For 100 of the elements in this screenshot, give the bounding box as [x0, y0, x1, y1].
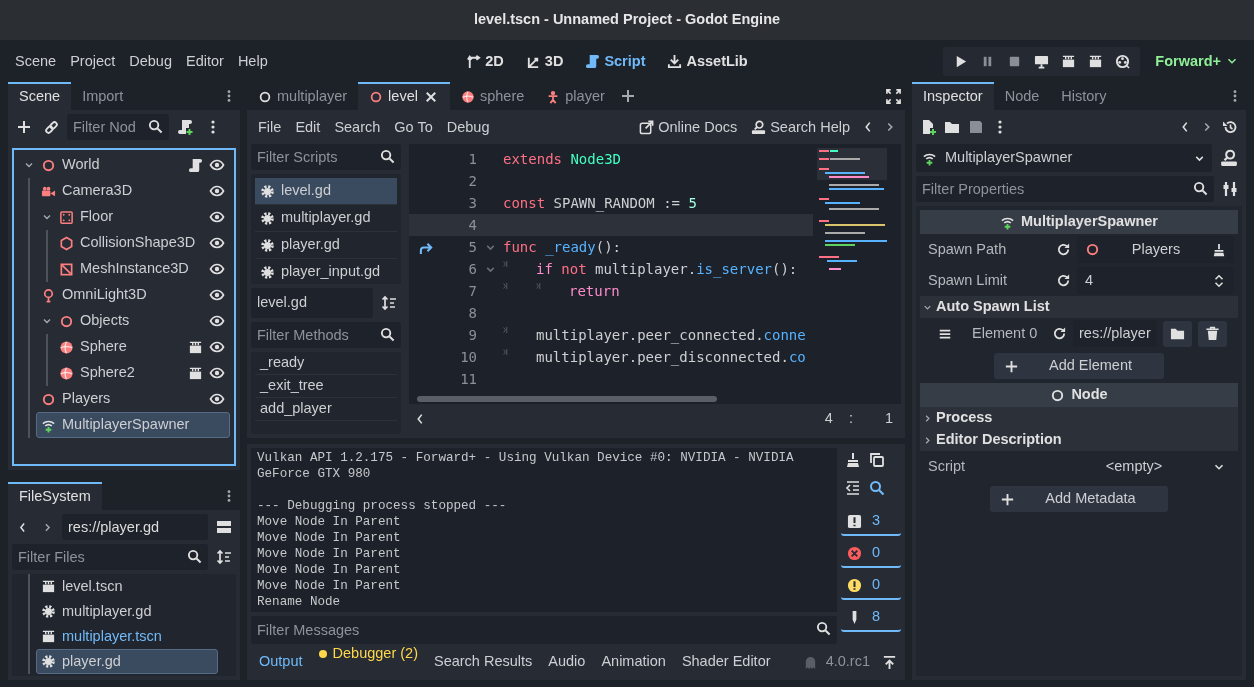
- eye-icon[interactable]: [209, 313, 225, 329]
- clapper-icon[interactable]: [188, 339, 203, 355]
- menu-item[interactable]: Debug: [439, 114, 497, 140]
- path-field[interactable]: res://player.gd: [62, 514, 208, 540]
- panel-tab[interactable]: Search Results: [425, 651, 541, 673]
- menu-item[interactable]: Help: [230, 48, 275, 74]
- panel-tab[interactable]: Audio: [540, 651, 594, 673]
- menu-item[interactable]: Project: [63, 48, 123, 74]
- filesystem-entry[interactable]: player.gd: [36, 649, 218, 674]
- property-value[interactable]: Players: [1077, 236, 1234, 263]
- tree-item[interactable]: World: [18, 152, 230, 178]
- eye-icon[interactable]: [209, 339, 225, 355]
- dock-tab[interactable]: FileSystem: [8, 482, 102, 510]
- reset-icon[interactable]: [1052, 326, 1067, 341]
- script-item[interactable]: player.gd: [255, 232, 397, 259]
- tree-item[interactable]: Sphere2: [54, 360, 230, 386]
- tree-item[interactable]: MultiplayerSpawner: [36, 412, 230, 438]
- delete-button[interactable]: [1197, 320, 1227, 347]
- tree-item[interactable]: Floor: [36, 204, 230, 230]
- workspace-tab[interactable]: 3D: [518, 48, 571, 74]
- search-field[interactable]: Filter Properties: [916, 176, 1214, 202]
- script-item[interactable]: player_input.gd: [255, 259, 397, 284]
- eye-icon[interactable]: [209, 209, 225, 225]
- folder-button[interactable]: [1162, 320, 1192, 347]
- search-icon[interactable]: [816, 621, 831, 636]
- tree-item[interactable]: Objects: [36, 308, 230, 334]
- spinner-icon[interactable]: [1212, 273, 1226, 288]
- search-icon[interactable]: [380, 149, 395, 164]
- property-value[interactable]: res://player: [1073, 320, 1157, 347]
- method-item[interactable]: add_player: [255, 398, 397, 421]
- help-link[interactable]: Search Help: [744, 114, 857, 140]
- eye-icon[interactable]: [209, 287, 225, 303]
- property-group[interactable]: Auto Spawn List: [920, 296, 1238, 318]
- reset-icon[interactable]: [1056, 273, 1071, 288]
- scroll-icon[interactable]: [188, 157, 203, 173]
- eye-icon[interactable]: [209, 261, 225, 277]
- dock-tab[interactable]: History: [1050, 82, 1118, 110]
- search-field[interactable]: Filter Messages: [251, 616, 837, 644]
- filesystem-entry[interactable]: multiplayer.gd: [36, 599, 218, 624]
- search-icon[interactable]: [1193, 181, 1208, 196]
- menu-item[interactable]: Scene: [8, 48, 64, 74]
- property-value[interactable]: <empty>: [1056, 453, 1234, 480]
- search-icon[interactable]: [380, 327, 395, 342]
- clapper-icon[interactable]: [188, 365, 203, 381]
- sphere-icon: [460, 90, 475, 104]
- filesystem-entry[interactable]: level.tscn: [36, 574, 218, 599]
- script-item[interactable]: multiplayer.gd: [255, 205, 397, 232]
- menu-item[interactable]: Editor: [179, 48, 231, 74]
- add-element-button[interactable]: Add Element: [994, 353, 1164, 379]
- dock-tab[interactable]: Node: [993, 82, 1051, 110]
- search-field[interactable]: Filter Scripts: [251, 144, 401, 170]
- eye-icon[interactable]: [209, 157, 225, 173]
- property-group[interactable]: Editor Description: [920, 429, 1238, 451]
- tree-item[interactable]: Players: [36, 386, 230, 412]
- search-field[interactable]: Filter Files: [12, 544, 208, 570]
- document-tab[interactable]: level: [358, 82, 450, 110]
- panel-tab[interactable]: Animation: [593, 651, 674, 673]
- reset-icon[interactable]: [1056, 242, 1071, 257]
- tree-item[interactable]: Sphere: [54, 334, 230, 360]
- filesystem-entry[interactable]: multiplayer.tscn: [36, 624, 218, 649]
- tree-item[interactable]: OmniLight3D: [36, 282, 230, 308]
- panel-tab[interactable]: Shader Editor: [673, 651, 779, 673]
- add-metadata-button[interactable]: Add Metadata: [990, 486, 1168, 512]
- tree-item[interactable]: CollisionShape3D: [54, 230, 230, 256]
- help-link[interactable]: Online Docs: [632, 114, 745, 140]
- workspace-tab[interactable]: 2D: [459, 48, 511, 74]
- menu-item[interactable]: Search: [327, 114, 388, 140]
- method-item[interactable]: _exit_tree: [255, 375, 397, 398]
- workspace-tab[interactable]: Script: [578, 48, 653, 74]
- scrollbar-drawing[interactable]: [417, 396, 717, 402]
- eye-icon[interactable]: [209, 235, 225, 251]
- eye-icon[interactable]: [209, 365, 225, 381]
- search-field[interactable]: Filter Methods: [251, 322, 401, 348]
- dock-tab[interactable]: Scene: [8, 82, 72, 110]
- object-selector[interactable]: MultiplayerSpawner: [916, 144, 1212, 172]
- renderer-dropdown[interactable]: Forward+: [1148, 48, 1246, 74]
- eye-icon[interactable]: [209, 183, 225, 199]
- tree-item[interactable]: Camera3D: [36, 178, 230, 204]
- property-group[interactable]: Process: [920, 407, 1238, 429]
- search-field[interactable]: Filter Nod: [67, 114, 169, 140]
- menu-item[interactable]: Go To: [387, 114, 440, 140]
- document-tab[interactable]: multiplayer: [247, 82, 359, 110]
- eye-icon[interactable]: [209, 391, 225, 407]
- menu-item[interactable]: Debug: [122, 48, 179, 74]
- panel-tab[interactable]: Output: [251, 651, 311, 673]
- property-value[interactable]: 4: [1077, 267, 1234, 294]
- document-tab[interactable]: player: [535, 82, 616, 110]
- script-item[interactable]: level.gd: [255, 178, 397, 205]
- clear-icon[interactable]: [1212, 242, 1226, 257]
- method-item[interactable]: _ready: [255, 352, 397, 375]
- search-icon[interactable]: [148, 119, 163, 134]
- tree-item[interactable]: MeshInstance3D: [54, 256, 230, 282]
- dock-tab[interactable]: Inspector: [912, 82, 994, 110]
- menu-item[interactable]: File: [251, 114, 289, 140]
- search-icon[interactable]: [187, 549, 202, 564]
- workspace-tab[interactable]: AssetLib: [660, 48, 755, 74]
- panel-tab[interactable]: Debugger (2): [310, 643, 426, 665]
- document-tab[interactable]: sphere: [449, 82, 536, 110]
- dock-tab[interactable]: Import: [71, 82, 135, 110]
- menu-item[interactable]: Edit: [288, 114, 328, 140]
